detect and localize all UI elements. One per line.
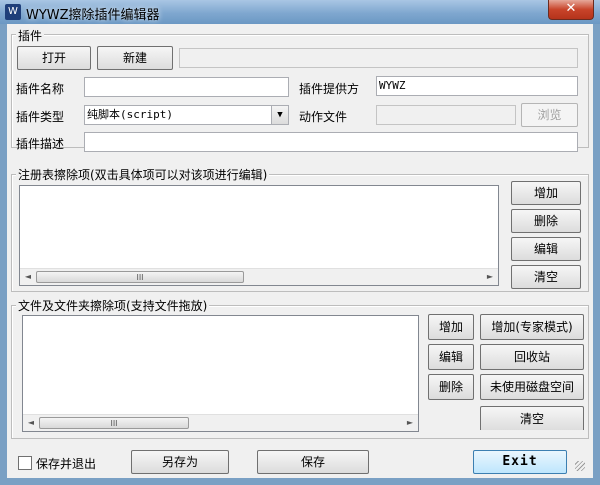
files-hscrollbar[interactable]: ◄ III ► [23, 414, 418, 431]
scroll-left-icon[interactable]: ◄ [20, 269, 36, 285]
save-and-exit-label: 保存并退出 [36, 457, 97, 471]
plugin-type-select[interactable]: 纯脚本(script) ▼ [84, 105, 289, 125]
registry-hscrollbar[interactable]: ◄ III ► [20, 268, 498, 285]
files-clear-clip: 清空 [480, 404, 584, 430]
save-and-exit-checkbox[interactable] [18, 456, 32, 470]
registry-group-title: 注册表擦除项(双击具体项可以对该项进行编辑) [16, 166, 270, 183]
plugin-desc-input[interactable] [84, 132, 578, 152]
exit-button[interactable]: Exit [473, 450, 567, 474]
files-group-title: 文件及文件夹擦除项(支持文件拖放) [16, 297, 210, 314]
plugin-provider-input[interactable]: WYWZ [376, 76, 578, 96]
plugin-type-value: 纯脚本(script) [87, 108, 173, 121]
save-button[interactable]: 保存 [257, 450, 369, 474]
scroll-thumb[interactable]: III [36, 271, 244, 283]
plugin-name-input[interactable] [84, 77, 289, 97]
plugin-path-field [179, 48, 578, 68]
plugin-type-label: 插件类型 [16, 110, 65, 124]
files-add-expert-button[interactable]: 增加(专家模式) [480, 314, 584, 340]
main-window: W WYWZ擦除插件编辑器 ✕ 插件 打开 新建 插件名称 插件提供方 WYWZ… [0, 0, 600, 485]
registry-delete-button[interactable]: 删除 [511, 209, 581, 233]
window-title: WYWZ擦除插件编辑器 [26, 8, 160, 23]
open-button[interactable]: 打开 [17, 46, 91, 70]
files-add-button[interactable]: 增加 [428, 314, 474, 340]
new-button[interactable]: 新建 [97, 46, 173, 70]
action-file-label: 动作文件 [299, 110, 348, 124]
save-as-button[interactable]: 另存为 [131, 450, 229, 474]
client-area: 插件 打开 新建 插件名称 插件提供方 WYWZ 插件类型 纯脚本(script… [7, 24, 593, 478]
close-button[interactable]: ✕ [548, 0, 594, 20]
scroll-thumb[interactable]: III [39, 417, 189, 429]
registry-list[interactable]: ◄ III ► [19, 185, 499, 286]
files-edit-button[interactable]: 编辑 [428, 344, 474, 370]
close-icon: ✕ [565, 1, 577, 16]
registry-clear-button[interactable]: 清空 [511, 265, 581, 289]
plugin-provider-label: 插件提供方 [299, 82, 360, 96]
plugin-group-title: 插件 [16, 27, 45, 44]
app-icon: W [5, 4, 21, 20]
browse-button[interactable]: 浏览 [521, 103, 578, 127]
registry-add-button[interactable]: 增加 [511, 181, 581, 205]
files-delete-button[interactable]: 删除 [428, 374, 474, 400]
plugin-name-label: 插件名称 [16, 82, 65, 96]
registry-edit-button[interactable]: 编辑 [511, 237, 581, 261]
title-bar[interactable]: W WYWZ擦除插件编辑器 ✕ [0, 0, 600, 24]
recycle-bin-button[interactable]: 回收站 [480, 344, 584, 370]
chevron-down-icon[interactable]: ▼ [271, 106, 288, 124]
action-file-field [376, 105, 516, 125]
unused-disk-space-button[interactable]: 未使用磁盘空间 [480, 374, 584, 400]
resize-grip[interactable] [575, 461, 585, 471]
files-list[interactable]: ◄ III ► [22, 315, 419, 432]
files-clear-button[interactable]: 清空 [480, 406, 584, 430]
scroll-right-icon[interactable]: ► [402, 415, 418, 431]
plugin-desc-label: 插件描述 [16, 137, 65, 151]
scroll-left-icon[interactable]: ◄ [23, 415, 39, 431]
scroll-right-icon[interactable]: ► [482, 269, 498, 285]
